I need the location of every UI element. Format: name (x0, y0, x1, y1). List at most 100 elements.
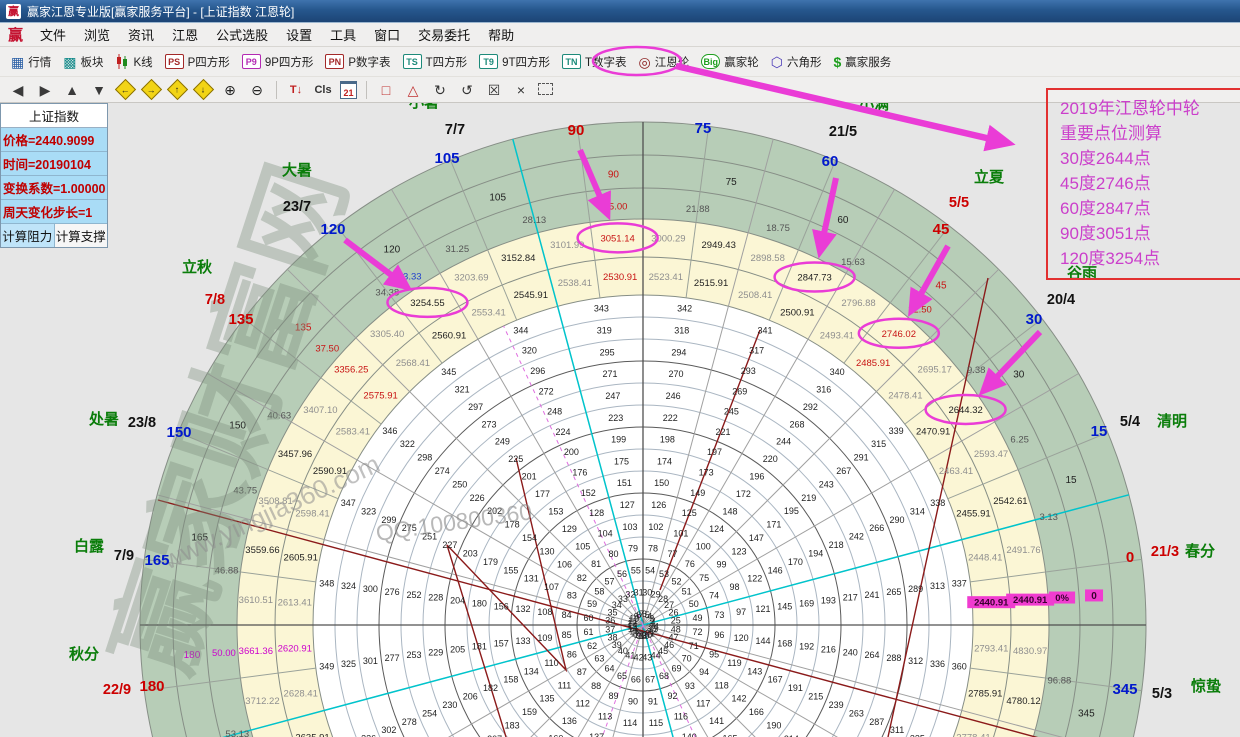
up-icon[interactable]: ▲ (62, 80, 82, 100)
svg-text:295: 295 (600, 347, 615, 357)
zoom-out-icon[interactable]: ⊖ (247, 80, 267, 100)
svg-text:2746.02: 2746.02 (882, 329, 916, 340)
shift-axis-icon[interactable]: T↓ (286, 80, 306, 100)
down-icon[interactable]: ▼ (89, 80, 109, 100)
pan-right-icon[interactable]: → (141, 79, 162, 100)
draw-square-icon[interactable]: □ (376, 80, 396, 100)
hexagon-button[interactable]: ⬡六角形 (766, 50, 827, 74)
svg-text:惊蛰: 惊蛰 (1191, 677, 1221, 695)
svg-text:114: 114 (623, 718, 637, 728)
coefficient-row: 变换系数=1.00000 (1, 176, 107, 200)
t-table-icon: TN (562, 54, 581, 69)
svg-text:291: 291 (854, 453, 869, 463)
forward-icon[interactable]: ▶ (35, 80, 55, 100)
svg-text:立秋: 立秋 (182, 258, 213, 276)
calc-resistance-button[interactable]: 计算阻力 (1, 224, 55, 247)
menu-item-资讯[interactable]: 资讯 (119, 28, 163, 43)
svg-text:71: 71 (689, 641, 699, 651)
cls-icon[interactable]: Cls (313, 80, 333, 100)
pan-left-icon[interactable]: ← (115, 79, 136, 100)
menu-item-浏览[interactable]: 浏览 (75, 28, 119, 43)
zoom-in-icon[interactable]: ⊕ (220, 80, 240, 100)
svg-text:92: 92 (667, 691, 677, 701)
menu-item-交易委托[interactable]: 交易委托 (409, 28, 479, 43)
svg-text:2545.91: 2545.91 (514, 290, 548, 301)
svg-text:150: 150 (654, 478, 669, 488)
pan-up-icon[interactable]: ↑ (167, 79, 188, 100)
svg-text:55: 55 (631, 565, 641, 575)
quotes-label: 行情 (28, 54, 51, 70)
menu-items: 文件浏览资讯江恩公式选股设置工具窗口交易委托帮助 (31, 25, 523, 44)
menu-item-公式选股[interactable]: 公式选股 (207, 28, 277, 43)
svg-text:221: 221 (715, 427, 730, 437)
rotate-cw-icon[interactable]: ↻ (430, 80, 450, 100)
9p-square-button[interactable]: P99P四方形 (237, 50, 319, 74)
svg-text:64: 64 (605, 664, 615, 674)
rotate-ccw-icon[interactable]: ↺ (457, 80, 477, 100)
p-table-button[interactable]: PNP数字表 (320, 50, 395, 74)
annotation-line: 重要点位测算 (1060, 121, 1240, 146)
svg-text:85: 85 (562, 630, 572, 640)
svg-text:100: 100 (696, 541, 711, 551)
gann-wheel-button[interactable]: ◎江恩轮 (634, 50, 695, 74)
svg-text:31.25: 31.25 (445, 244, 469, 255)
back-icon[interactable]: ◀ (8, 80, 28, 100)
svg-text:321: 321 (455, 384, 470, 394)
svg-text:241: 241 (865, 590, 880, 600)
svg-text:292: 292 (803, 402, 818, 412)
center-cross-icon[interactable]: × (511, 80, 531, 100)
menu-item-窗口[interactable]: 窗口 (365, 28, 409, 43)
9t-square-button[interactable]: T99T四方形 (474, 50, 555, 74)
menu-item-设置[interactable]: 设置 (277, 28, 321, 43)
t-square-button[interactable]: TST四方形 (398, 50, 473, 74)
svg-text:272: 272 (539, 386, 554, 396)
svg-text:311: 311 (890, 725, 904, 735)
svg-text:274: 274 (435, 466, 450, 476)
winner-wheel-label: 赢家轮 (724, 54, 759, 70)
annotation-line: 45度2746点 (1060, 171, 1240, 196)
svg-text:294: 294 (671, 347, 686, 357)
svg-text:134: 134 (524, 666, 539, 676)
menu-item-帮助[interactable]: 帮助 (479, 28, 523, 43)
svg-text:62: 62 (587, 641, 597, 651)
kline-button[interactable]: K线 (110, 50, 157, 74)
calendar-icon[interactable]: 21 (340, 81, 357, 99)
calc-support-button[interactable]: 计算支撑 (55, 224, 108, 247)
delete-box-icon[interactable]: ☒ (484, 80, 504, 100)
sectors-button[interactable]: ▩板块 (58, 50, 108, 74)
pan-down-icon[interactable]: ↓ (193, 79, 214, 100)
svg-text:216: 216 (821, 644, 836, 654)
svg-text:68: 68 (659, 671, 669, 681)
svg-text:165: 165 (144, 552, 169, 569)
svg-text:168: 168 (777, 639, 792, 649)
t-table-button[interactable]: TNT数字表 (557, 50, 632, 74)
menu-item-文件[interactable]: 文件 (31, 28, 75, 43)
svg-text:67: 67 (645, 675, 655, 685)
svg-text:50: 50 (689, 599, 699, 609)
svg-text:240: 240 (843, 647, 858, 657)
svg-text:126: 126 (651, 500, 666, 510)
winner-wheel-button[interactable]: Big赢家轮 (696, 50, 764, 74)
winner-service-button[interactable]: $赢家服务 (829, 50, 897, 74)
svg-text:253: 253 (406, 650, 421, 660)
menu-item-江恩[interactable]: 江恩 (163, 28, 207, 43)
quotes-button[interactable]: ▦行情 (6, 50, 56, 74)
menu-bar: 赢 文件浏览资讯江恩公式选股设置工具窗口交易委托帮助 (0, 23, 1240, 47)
svg-text:87: 87 (577, 667, 587, 677)
svg-text:156: 156 (494, 601, 509, 611)
svg-text:179: 179 (483, 557, 498, 567)
svg-text:176: 176 (572, 468, 587, 478)
svg-text:120: 120 (320, 221, 345, 238)
svg-text:267: 267 (836, 466, 851, 476)
hexagon-icon: ⬡ (771, 55, 783, 69)
menu-item-工具[interactable]: 工具 (321, 28, 365, 43)
p-square-button[interactable]: PSP四方形 (160, 50, 235, 74)
svg-text:2470.91: 2470.91 (916, 427, 950, 438)
svg-text:白露: 白露 (74, 537, 105, 555)
draw-triangle-icon[interactable]: △ (403, 80, 423, 100)
lasso-icon[interactable] (538, 82, 553, 98)
svg-text:245: 245 (724, 407, 739, 417)
svg-text:57: 57 (605, 576, 615, 586)
gann-wheel-icon: ◎ (639, 55, 651, 69)
svg-text:4830.97: 4830.97 (1013, 646, 1047, 657)
